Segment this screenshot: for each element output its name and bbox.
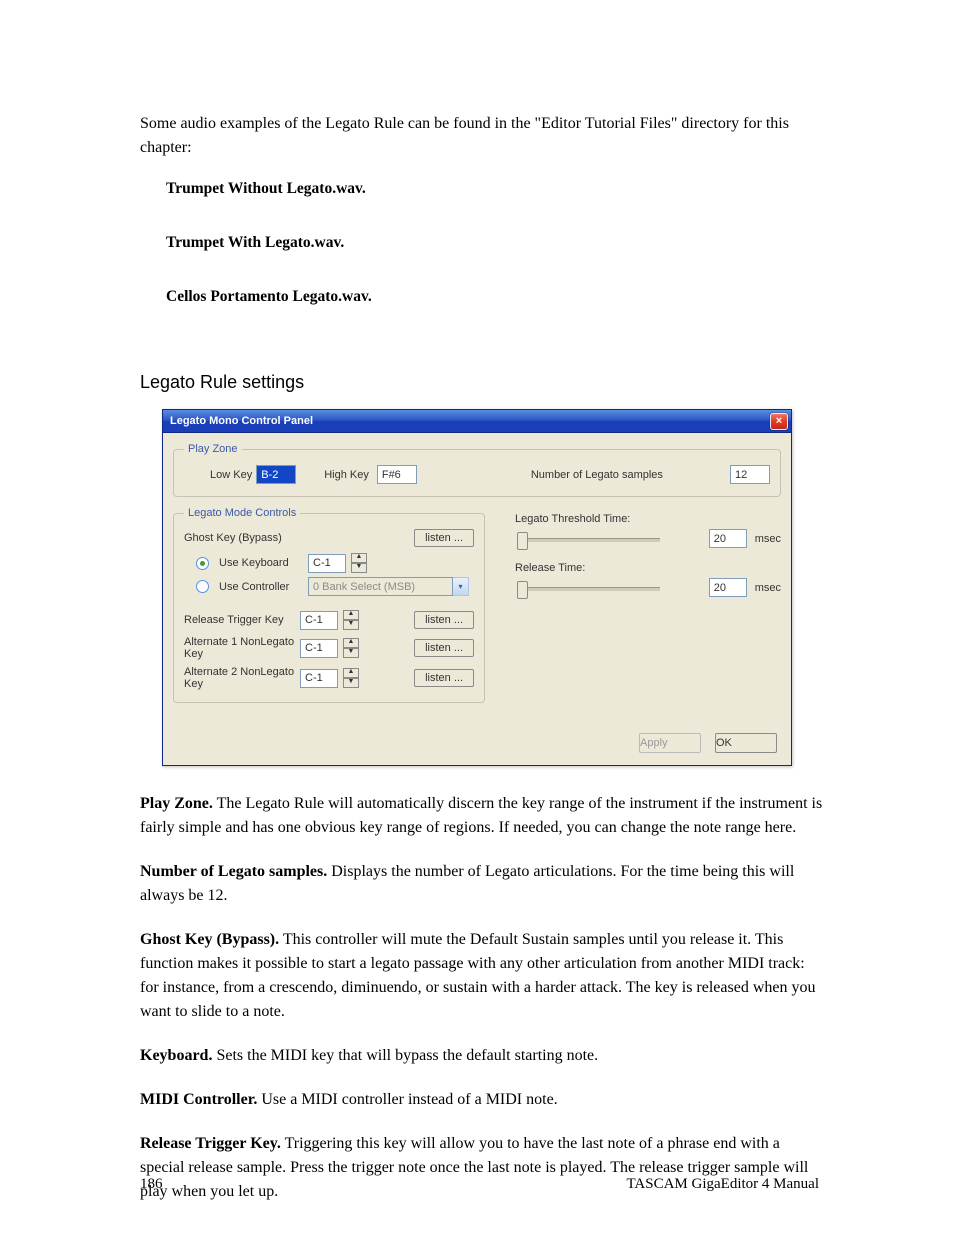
listen-button[interactable]: listen ... xyxy=(414,639,474,657)
legato-control-panel: Legato Mono Control Panel × Play Zone Lo… xyxy=(162,409,792,766)
intro-text: Some audio examples of the Legato Rule c… xyxy=(140,112,824,160)
threshold-slider[interactable] xyxy=(515,530,665,548)
spinner-icon[interactable]: ▲▼ xyxy=(343,610,359,630)
use-keyboard-radio[interactable] xyxy=(196,557,209,570)
desc-keyboard: Keyboard. Sets the MIDI key that will by… xyxy=(140,1044,824,1068)
legatomode-group: Legato Mode Controls Ghost Key (Bypass) … xyxy=(173,507,485,703)
threshold-value[interactable]: 20 xyxy=(709,529,747,548)
chevron-down-icon[interactable]: ▾ xyxy=(453,577,469,596)
ok-button[interactable]: OK xyxy=(715,733,777,753)
desc-playzone: Play Zone. The Legato Rule will automati… xyxy=(140,792,824,840)
alt2-label: Alternate 2 NonLegato Key xyxy=(184,666,296,690)
page-number: 186 xyxy=(140,1176,163,1193)
playzone-group: Play Zone Low Key B-2 High Key F#6 Numbe… xyxy=(173,443,781,497)
ghostkey-value[interactable]: C-1 xyxy=(308,554,346,573)
close-icon[interactable]: × xyxy=(770,413,788,430)
controller-value: 0 Bank Select (MSB) xyxy=(308,577,453,596)
use-controller-label: Use Controller xyxy=(219,581,304,593)
release-label: Release Time: xyxy=(515,562,781,574)
threshold-label: Legato Threshold Time: xyxy=(515,513,781,525)
release-trigger-value[interactable]: C-1 xyxy=(300,611,338,630)
listen-button[interactable]: listen ... xyxy=(414,529,474,547)
numlegato-label: Number of Legato samples xyxy=(531,469,663,481)
desc-numlegato: Number of Legato samples. Displays the n… xyxy=(140,860,824,908)
lowkey-label: Low Key xyxy=(210,469,252,481)
alt2-value[interactable]: C-1 xyxy=(300,669,338,688)
alt1-label: Alternate 1 NonLegato Key xyxy=(184,636,296,660)
section-heading: Legato Rule settings xyxy=(140,372,824,393)
controller-combo[interactable]: 0 Bank Select (MSB) ▾ xyxy=(308,577,469,596)
listen-button[interactable]: listen ... xyxy=(414,669,474,687)
desc-midicontroller: MIDI Controller. Use a MIDI controller i… xyxy=(140,1088,824,1112)
footer-title: TASCAM GigaEditor 4 Manual xyxy=(626,1176,819,1193)
release-slider[interactable] xyxy=(515,579,665,597)
listen-button[interactable]: listen ... xyxy=(414,611,474,629)
legatomode-legend: Legato Mode Controls xyxy=(184,507,300,519)
ghostkey-label: Ghost Key (Bypass) xyxy=(184,532,282,544)
spinner-icon[interactable]: ▲▼ xyxy=(343,668,359,688)
release-value[interactable]: 20 xyxy=(709,578,747,597)
spinner-icon[interactable]: ▲▼ xyxy=(351,553,367,573)
desc-releasetrigger: Release Trigger Key. Triggering this key… xyxy=(140,1132,824,1204)
window-title: Legato Mono Control Panel xyxy=(170,415,313,427)
file-item: Trumpet With Legato.wav. xyxy=(166,234,824,252)
file-item: Trumpet Without Legato.wav. xyxy=(166,180,824,198)
highkey-label: High Key xyxy=(324,469,369,481)
unit-label: msec xyxy=(755,582,781,594)
file-item: Cellos Portamento Legato.wav. xyxy=(166,288,824,306)
use-controller-radio[interactable] xyxy=(196,580,209,593)
desc-ghostkey: Ghost Key (Bypass). This controller will… xyxy=(140,928,824,1024)
unit-label: msec xyxy=(755,533,781,545)
titlebar[interactable]: Legato Mono Control Panel × xyxy=(162,409,792,433)
release-trigger-label: Release Trigger Key xyxy=(184,614,296,626)
numlegato-input[interactable]: 12 xyxy=(730,465,770,484)
highkey-input[interactable]: F#6 xyxy=(377,465,417,484)
use-keyboard-label: Use Keyboard xyxy=(219,557,304,569)
apply-button[interactable]: Apply xyxy=(639,733,701,753)
lowkey-input[interactable]: B-2 xyxy=(256,465,296,484)
spinner-icon[interactable]: ▲▼ xyxy=(343,638,359,658)
alt1-value[interactable]: C-1 xyxy=(300,639,338,658)
playzone-legend: Play Zone xyxy=(184,443,242,455)
